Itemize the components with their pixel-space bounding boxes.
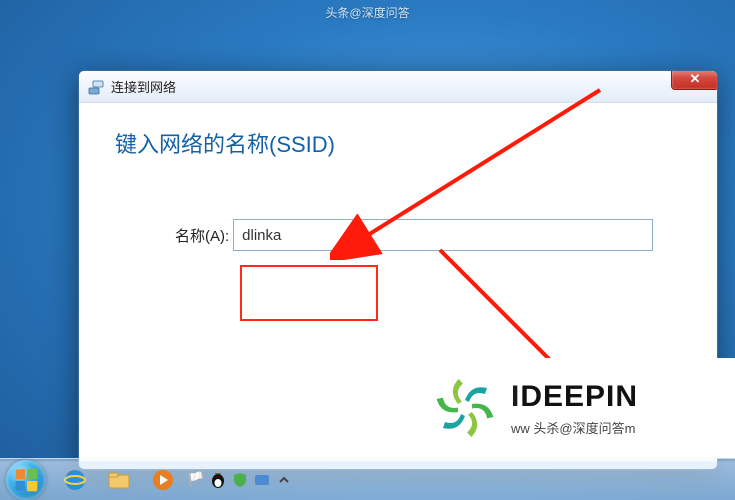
titlebar[interactable]: 连接到网络 ✕: [79, 71, 717, 103]
tray-shield-icon[interactable]: [230, 470, 250, 490]
brand-logo-icon: [429, 372, 501, 444]
dialog-title: 连接到网络: [111, 77, 176, 96]
tray-flag-icon[interactable]: 🏳️: [186, 470, 206, 490]
dialog-body: 键入网络的名称(SSID) 名称(A):: [79, 103, 717, 275]
ssid-input[interactable]: [233, 219, 653, 251]
ssid-label: 名称(A):: [175, 225, 229, 246]
taskbar-ie-icon[interactable]: [54, 462, 96, 498]
watermark-panel: IDEEPIN ww 头杀@深度问答m: [415, 358, 735, 458]
tray-penguin-icon[interactable]: [208, 470, 228, 490]
taskbar-media-icon[interactable]: [142, 462, 184, 498]
network-icon: [87, 78, 105, 96]
attribution-text: 头条@深度问答: [325, 4, 409, 21]
tray-up-icon[interactable]: [274, 470, 294, 490]
close-icon: ✕: [690, 71, 701, 87]
dialog-heading: 键入网络的名称(SSID): [115, 127, 681, 159]
start-button[interactable]: [6, 460, 46, 500]
brand-subtitle: ww 头杀@深度问答m: [511, 418, 638, 437]
brand-name: IDEEPIN: [511, 380, 638, 414]
taskbar-explorer-icon[interactable]: [98, 462, 140, 498]
close-button[interactable]: ✕: [671, 70, 718, 90]
ssid-field-row: 名称(A):: [175, 219, 681, 251]
taskbar[interactable]: 🏳️: [0, 458, 735, 500]
tray-app-icon[interactable]: [252, 470, 272, 490]
